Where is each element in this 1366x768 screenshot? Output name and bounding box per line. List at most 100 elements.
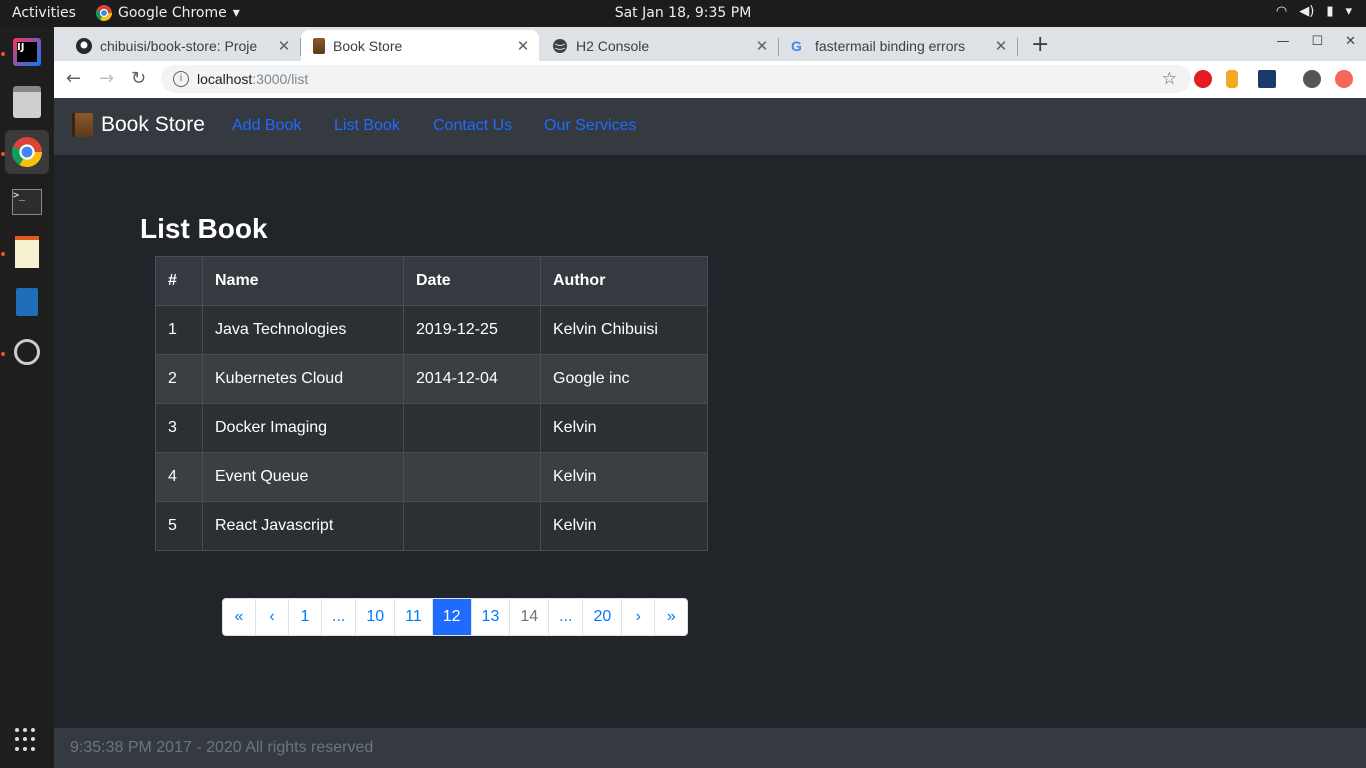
- battery-icon: ▮: [1326, 4, 1334, 19]
- page-button[interactable]: 20: [582, 599, 621, 635]
- table-header-row: # Name Date Author: [155, 256, 708, 306]
- table-row: 1 Java Technologies 2019-12-25 Kelvin Ch…: [155, 305, 708, 355]
- terminal-icon[interactable]: >_: [5, 180, 49, 224]
- close-icon[interactable]: ✕: [752, 37, 772, 55]
- tab-title: fastermail binding errors: [815, 37, 966, 54]
- tab-h2-console[interactable]: H2 Console ✕: [540, 30, 779, 61]
- page-button[interactable]: 14: [509, 599, 548, 635]
- column-header: Name: [202, 256, 404, 306]
- table-row: 4 Event Queue Kelvin: [155, 452, 708, 502]
- yab-extension-icon[interactable]: [1194, 70, 1212, 88]
- text-editor-icon[interactable]: [5, 230, 49, 274]
- reload-icon[interactable]: ↻: [131, 68, 146, 89]
- system-tray[interactable]: ◠ ◀) ▮ ▾: [1276, 4, 1352, 19]
- site-navbar: Book Store Add Book List Book Contact Us…: [54, 98, 1366, 155]
- globe-icon: [553, 38, 567, 53]
- first-page-button[interactable]: «: [223, 599, 255, 635]
- table-cell: Google inc: [540, 354, 708, 404]
- page-button[interactable]: 13: [470, 599, 510, 635]
- github-icon: [76, 37, 92, 54]
- bookmark-star-icon[interactable]: ☆: [1162, 69, 1177, 89]
- nav-our-services[interactable]: Our Services: [544, 117, 636, 135]
- nav-contact-us[interactable]: Contact Us: [433, 117, 512, 135]
- page-title: List Book: [140, 213, 268, 244]
- nav-add-book[interactable]: Add Book: [232, 117, 301, 135]
- tab-strip: chibuisi/book-store: Proje ✕ Book Store …: [54, 27, 1366, 61]
- table-cell: Kelvin: [540, 452, 708, 502]
- table-cell: [403, 501, 541, 551]
- extension-icon[interactable]: [1258, 70, 1276, 88]
- books-table: # Name Date Author 1 Java Technologies 2…: [155, 256, 708, 551]
- url-path: :3000/list: [252, 71, 309, 87]
- table-row: 3 Docker Imaging Kelvin: [155, 403, 708, 453]
- site-footer: 9:35:38 PM 2017 - 2020 All rights reserv…: [54, 728, 1366, 768]
- page-button[interactable]: 1: [288, 599, 321, 635]
- table-cell: 2014-12-04: [403, 354, 541, 404]
- last-page-button[interactable]: »: [654, 599, 687, 635]
- writer-icon[interactable]: [5, 280, 49, 324]
- volume-icon: ◀): [1299, 4, 1315, 19]
- table-row: 2 Kubernetes Cloud 2014-12-04 Google inc: [155, 354, 708, 404]
- current-page-button[interactable]: 12: [431, 599, 471, 635]
- show-applications-icon[interactable]: [15, 728, 39, 752]
- address-bar[interactable]: i localhost:3000/list ☆: [161, 65, 1191, 93]
- table-cell: 5: [155, 501, 203, 551]
- brand-text: Book Store: [101, 113, 205, 136]
- column-header: #: [155, 256, 203, 306]
- info-icon[interactable]: i: [173, 71, 189, 87]
- column-header: Date: [403, 256, 541, 306]
- files-icon[interactable]: [5, 80, 49, 124]
- system-top-bar: Activities Google Chrome ▾ Sat Jan 18, 9…: [0, 0, 1366, 27]
- forward-icon[interactable]: →: [99, 68, 114, 89]
- tab-github[interactable]: chibuisi/book-store: Proje ✕: [64, 30, 301, 61]
- table-cell: Kubernetes Cloud: [202, 354, 404, 404]
- table-cell: Kelvin: [540, 501, 708, 551]
- table-cell: 4: [155, 452, 203, 502]
- table-cell: Event Queue: [202, 452, 404, 502]
- tab-google-search[interactable]: G fastermail binding errors ✕: [779, 30, 1018, 61]
- google-icon: G: [791, 37, 802, 54]
- url-text: localhost:3000/list: [197, 71, 308, 87]
- footer-text: 9:35:38 PM 2017 - 2020 All rights reserv…: [70, 739, 374, 756]
- avatar[interactable]: [1303, 70, 1321, 88]
- page-ellipsis[interactable]: ...: [548, 599, 582, 635]
- column-header: Author: [540, 256, 708, 306]
- close-icon[interactable]: ✕: [274, 37, 294, 55]
- table-cell: Java Technologies: [202, 305, 404, 355]
- update-icon[interactable]: [1335, 70, 1353, 88]
- back-icon[interactable]: ←: [66, 68, 81, 89]
- close-icon[interactable]: ✕: [991, 37, 1011, 55]
- tab-title: Book Store: [333, 37, 403, 54]
- table-cell: 3: [155, 403, 203, 453]
- brand-link[interactable]: Book Store: [72, 113, 205, 137]
- window-controls: — ☐ ✕: [1276, 34, 1356, 49]
- table-cell: Docker Imaging: [202, 403, 404, 453]
- close-icon[interactable]: ✕: [513, 37, 533, 55]
- url-host: localhost: [197, 71, 253, 87]
- clock[interactable]: Sat Jan 18, 9:35 PM: [0, 5, 1366, 21]
- page-ellipsis[interactable]: ...: [321, 599, 355, 635]
- close-window-icon[interactable]: ✕: [1345, 34, 1356, 49]
- wifi-icon: ◠: [1275, 4, 1288, 19]
- chevron-down-icon: ▾: [1345, 4, 1352, 19]
- nav-list-book[interactable]: List Book: [334, 117, 400, 135]
- browser-toolbar: ← → ↻ i localhost:3000/list ☆: [54, 61, 1366, 99]
- minimize-icon[interactable]: —: [1276, 34, 1289, 49]
- next-page-button[interactable]: ›: [621, 599, 654, 635]
- page-button[interactable]: 10: [355, 599, 394, 635]
- chrome-dock-icon[interactable]: [5, 130, 49, 174]
- pagination: « ‹ 1 ... 10 11 12 13 14 ... 20 › »: [222, 598, 689, 636]
- new-tab-button[interactable]: +: [1031, 32, 1049, 57]
- extension-icon[interactable]: [1226, 70, 1238, 88]
- previous-page-button[interactable]: ‹: [255, 599, 288, 635]
- tab-book-store[interactable]: Book Store ✕: [301, 30, 539, 61]
- table-cell: 1: [155, 305, 203, 355]
- table-cell: Kelvin Chibuisi: [540, 305, 708, 355]
- software-updater-icon[interactable]: [5, 330, 49, 374]
- page-button[interactable]: 11: [394, 599, 432, 635]
- maximize-icon[interactable]: ☐: [1311, 34, 1323, 49]
- tab-separator: [1017, 38, 1018, 56]
- table-cell: React Javascript: [202, 501, 404, 551]
- table-cell: 2: [155, 354, 203, 404]
- intellij-icon[interactable]: IJ: [5, 30, 49, 74]
